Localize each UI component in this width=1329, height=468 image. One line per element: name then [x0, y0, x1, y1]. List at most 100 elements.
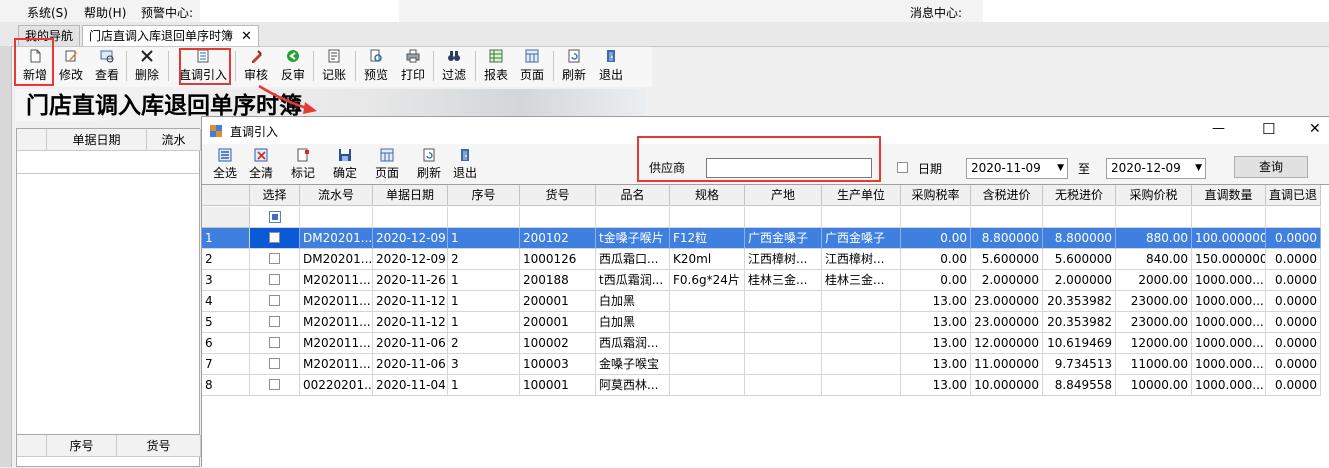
date-filter-checkbox[interactable] [897, 162, 908, 173]
mark-button[interactable]: 标记 [288, 148, 318, 182]
select-cell[interactable] [250, 228, 300, 249]
tab-store-transfer-return-list[interactable]: 门店直调入库退回单序时簿 ✕ [82, 25, 259, 46]
filter-cell[interactable] [1192, 207, 1266, 228]
row-checkbox[interactable] [269, 295, 280, 306]
view-button-label: 查看 [94, 68, 119, 82]
select-cell[interactable] [250, 249, 300, 270]
column-header[interactable]: 直调数量 [1192, 185, 1266, 206]
table-cell: 2020-11-06 [373, 333, 448, 354]
refresh-button[interactable]: 刷新 [561, 49, 587, 85]
preview-button[interactable]: 预览 [363, 49, 389, 85]
table-cell: 2020-11-26 [373, 270, 448, 291]
filter-cell[interactable] [596, 207, 670, 228]
select-cell[interactable] [250, 375, 300, 396]
highlight-supplier-field [637, 136, 881, 182]
filter-cell[interactable] [670, 207, 745, 228]
select-cell[interactable] [250, 312, 300, 333]
column-header[interactable]: 流水号 [300, 185, 373, 206]
chevron-down-icon[interactable]: ▼ [1195, 159, 1202, 178]
column-header[interactable]: 无税进价 [1043, 185, 1116, 206]
row-header[interactable]: 4 [202, 291, 250, 312]
edit-button[interactable]: 修改 [58, 49, 84, 85]
row-checkbox[interactable] [269, 253, 280, 264]
column-header[interactable]: 货号 [520, 185, 596, 206]
delete-button[interactable]: 删除 [134, 49, 160, 85]
grid-corner-header [17, 129, 47, 151]
select-all-filter-cell[interactable] [250, 207, 300, 228]
clear-all-button[interactable]: 全清 [246, 148, 276, 182]
report-button[interactable]: 报表 [483, 49, 509, 85]
dialog-page-button[interactable]: 页面 [372, 148, 402, 182]
filter-cell[interactable] [822, 207, 901, 228]
table-cell [745, 312, 822, 333]
filter-cell[interactable] [373, 207, 448, 228]
select-all-button[interactable]: 全选 [210, 148, 240, 182]
column-header[interactable]: 含税进价 [971, 185, 1043, 206]
row-header[interactable]: 8 [202, 375, 250, 396]
page-button[interactable]: 页面 [519, 49, 545, 85]
row-header[interactable]: 7 [202, 354, 250, 375]
select-cell[interactable] [250, 333, 300, 354]
menu-help[interactable]: 帮助(H) [84, 4, 126, 21]
row-header[interactable]: 3 [202, 270, 250, 291]
close-icon[interactable]: ✕ [1309, 121, 1321, 137]
column-header[interactable]: 采购税率 [901, 185, 971, 206]
column-header[interactable]: 选择 [250, 185, 300, 206]
exit-door-icon [461, 149, 469, 161]
maximize-icon[interactable]: ☐ [1262, 120, 1275, 138]
row-checkbox[interactable] [269, 337, 280, 348]
confirm-button[interactable]: 确定 [330, 148, 360, 182]
column-header[interactable]: 生产单位 [822, 185, 901, 206]
row-checkbox[interactable] [269, 274, 280, 285]
row-checkbox[interactable] [269, 232, 280, 243]
toolbar-separator [433, 51, 434, 81]
minimize-icon[interactable]: — [1212, 121, 1225, 136]
tab-close-icon[interactable]: ✕ [241, 29, 252, 44]
table-cell: 8.800000 [1043, 228, 1116, 249]
column-header[interactable]: 品名 [596, 185, 670, 206]
row-header[interactable]: 1 [202, 228, 250, 249]
table-cell: 200102 [520, 228, 596, 249]
filter-cell[interactable] [971, 207, 1043, 228]
column-header[interactable]: 采购价税 [1116, 185, 1192, 206]
filter-cell[interactable] [901, 207, 971, 228]
header-checkbox[interactable] [268, 210, 281, 223]
dialog-exit-button[interactable]: 退出 [450, 148, 480, 182]
table-cell [745, 354, 822, 375]
print-button[interactable]: 打印 [400, 49, 426, 85]
main-toolbar: 新增 修改 查看 删除 直调引入 审核 反审 记账 预览 打印 过滤 报表 页面… [12, 47, 652, 87]
select-cell[interactable] [250, 270, 300, 291]
filter-cell[interactable] [520, 207, 596, 228]
filter-cell[interactable] [448, 207, 520, 228]
chevron-down-icon[interactable]: ▼ [1057, 159, 1064, 178]
row-checkbox[interactable] [269, 316, 280, 327]
date-from-picker[interactable]: 2020-11-09 ▼ [966, 158, 1068, 179]
query-button[interactable]: 查询 [1234, 156, 1308, 178]
select-cell[interactable] [250, 291, 300, 312]
column-header[interactable]: 单据日期 [373, 185, 448, 206]
row-checkbox[interactable] [269, 379, 280, 390]
dialog-refresh-button[interactable]: 刷新 [414, 148, 444, 182]
row-checkbox[interactable] [269, 358, 280, 369]
column-header[interactable]: 序号 [448, 185, 520, 206]
row-header[interactable]: 5 [202, 312, 250, 333]
filter-cell[interactable] [1043, 207, 1116, 228]
column-header[interactable]: 直调已退 [1266, 185, 1321, 206]
row-header[interactable]: 2 [202, 249, 250, 270]
table-cell: 西瓜霜口... [596, 249, 670, 270]
filter-button[interactable]: 过滤 [441, 49, 467, 85]
row-header[interactable]: 6 [202, 333, 250, 354]
exit-button[interactable]: 退出 [598, 49, 624, 85]
date-to-picker[interactable]: 2020-12-09 ▼ [1106, 158, 1206, 179]
print-preview-icon [370, 49, 382, 62]
filter-cell[interactable] [1266, 207, 1321, 228]
column-header[interactable]: 产地 [745, 185, 822, 206]
column-header[interactable]: 规格 [670, 185, 745, 206]
menu-alert-center[interactable]: 预警中心: [141, 4, 193, 21]
menu-system[interactable]: 系统(S) [27, 4, 68, 21]
filter-cell[interactable] [300, 207, 373, 228]
view-button[interactable]: 查看 [94, 49, 120, 85]
filter-cell[interactable] [745, 207, 822, 228]
filter-cell[interactable] [1116, 207, 1192, 228]
select-cell[interactable] [250, 354, 300, 375]
